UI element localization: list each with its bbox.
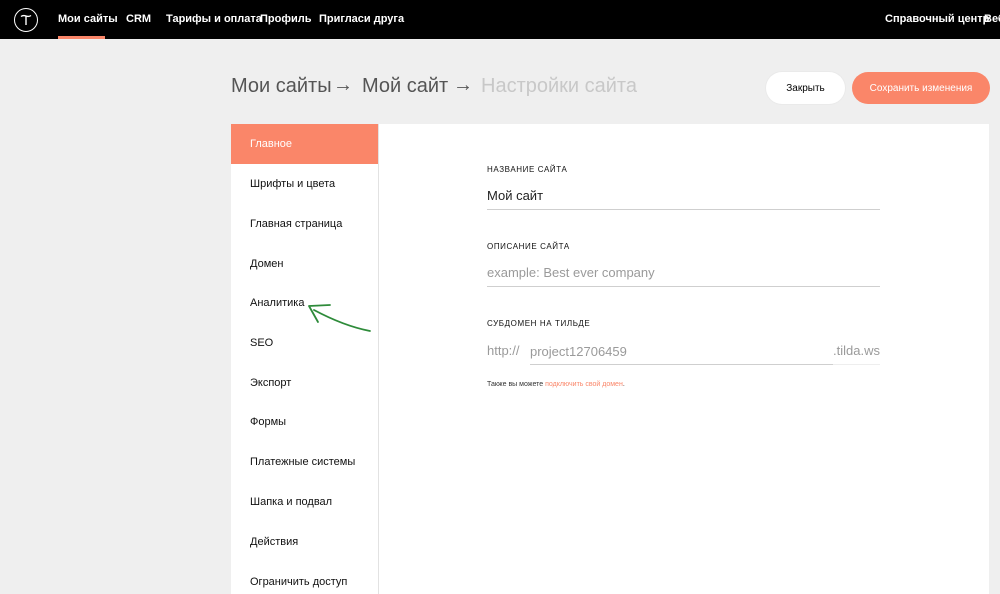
save-changes-button[interactable]: Сохранить изменения xyxy=(852,72,990,104)
connect-domain-link[interactable]: подключить свой домен xyxy=(545,381,623,388)
sidebar-item-general[interactable]: Главное xyxy=(231,124,378,164)
sidebar-item-home-page[interactable]: Главная страница xyxy=(231,204,378,244)
sidebar-item-actions[interactable]: Действия xyxy=(231,522,378,562)
nav-crm[interactable]: CRM xyxy=(126,13,151,25)
nav-my-sites[interactable]: Мои сайты xyxy=(58,13,118,25)
sidebar-item-forms[interactable]: Формы xyxy=(231,402,378,442)
site-name-input[interactable] xyxy=(487,182,880,210)
sidebar-item-export[interactable]: Экспорт xyxy=(231,363,378,403)
sidebar-item-payment-systems[interactable]: Платежные системы xyxy=(231,442,378,482)
green-arrow-annotation xyxy=(308,304,371,332)
hint-end: . xyxy=(622,381,625,388)
sidebar-item-header-footer[interactable]: Шапка и подвал xyxy=(231,482,378,522)
breadcrumb-my-site[interactable]: Мой сайт xyxy=(362,75,448,98)
custom-domain-hint: Также вы можете подключить свой домен. xyxy=(487,381,625,388)
hint-text: Также вы можете xyxy=(487,381,546,388)
site-description-input[interactable] xyxy=(487,259,880,287)
tilda-logo-icon[interactable] xyxy=(14,8,38,32)
site-description-label: ОПИСАНИЕ САЙТА xyxy=(487,242,570,251)
sidebar-item-fonts-colors[interactable]: Шрифты и цвета xyxy=(231,164,378,204)
subdomain-suffix: .tilda.ws xyxy=(833,343,880,358)
nav-invite-friend[interactable]: Пригласи друга xyxy=(319,13,404,25)
settings-sidebar: Главное Шрифты и цвета Главная страница … xyxy=(231,124,379,594)
subdomain-label: СУБДОМЕН НА ТИЛЬДЕ xyxy=(487,319,591,328)
close-button[interactable]: Закрыть xyxy=(766,72,845,104)
breadcrumb-site-settings: Настройки сайта xyxy=(481,75,637,97)
nav-tariffs[interactable]: Тарифы и оплата xyxy=(166,13,262,25)
breadcrumb-separator: → xyxy=(333,74,353,96)
subdomain-suffix-divider xyxy=(833,364,880,365)
nav-help-center[interactable]: Справочный центр xyxy=(885,13,989,25)
top-navigation-bar: Мои сайты CRM Тарифы и оплата Профиль Пр… xyxy=(0,0,1000,39)
nav-profile[interactable]: Профиль xyxy=(260,13,311,25)
subdomain-field: http:// .tilda.ws xyxy=(487,339,880,365)
nav-active-indicator xyxy=(58,36,105,39)
sidebar-item-restrict-access[interactable]: Ограничить доступ xyxy=(231,562,378,594)
site-name-label: НАЗВАНИЕ САЙТА xyxy=(487,165,568,174)
breadcrumb-my-sites[interactable]: Мои сайты xyxy=(231,75,332,98)
nav-webinars[interactable]: Веб xyxy=(984,13,1000,25)
subdomain-input[interactable] xyxy=(530,339,833,365)
breadcrumb-separator: → xyxy=(453,74,473,96)
sidebar-item-domain[interactable]: Домен xyxy=(231,244,378,284)
subdomain-prefix: http:// xyxy=(487,343,520,358)
